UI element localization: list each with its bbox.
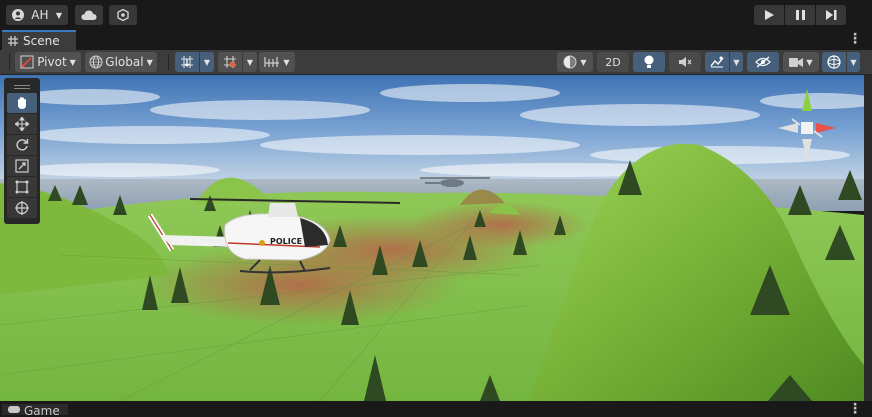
- hand-tool-icon: [18, 97, 26, 109]
- step-button[interactable]: [816, 5, 846, 25]
- camera-icon: [789, 57, 804, 67]
- grid-icon: [224, 56, 236, 68]
- rect-tool-button[interactable]: [7, 177, 37, 197]
- chevron-down-icon: ▼: [850, 57, 857, 67]
- cloud-icon: [81, 10, 97, 20]
- snap-toggle[interactable]: [175, 52, 199, 72]
- rotate-tool-icon: [16, 139, 29, 151]
- shading-mode-dropdown[interactable]: ▼: [557, 52, 593, 72]
- tab-scene-label: Scene: [23, 34, 60, 48]
- game-tab-bar: Game ⋮: [0, 401, 872, 416]
- snap-icon: [181, 56, 193, 68]
- tab-game[interactable]: Game: [2, 404, 68, 415]
- transform-tool-button[interactable]: [7, 198, 37, 218]
- lighting-toggle[interactable]: [633, 52, 665, 72]
- gizmos-toggle[interactable]: [822, 52, 846, 72]
- increment-snap-dropdown[interactable]: ▼: [259, 52, 295, 72]
- global-label: Global: [105, 55, 144, 69]
- main-toolbar: AH ▼: [0, 0, 872, 32]
- chevron-down-icon: ▼: [806, 57, 813, 67]
- scene-viewport[interactable]: POLICE: [0, 75, 864, 401]
- scene-render: POLICE: [0, 75, 864, 401]
- global-icon: [89, 55, 103, 69]
- step-icon: [825, 10, 836, 20]
- collab-button[interactable]: [109, 5, 137, 25]
- gizmos-dropdown[interactable]: ▼: [847, 52, 860, 72]
- tab-game-label: Game: [24, 404, 60, 415]
- chevron-down-icon: ▼: [580, 57, 587, 67]
- scene-tab-bar: Scene ⋮: [0, 30, 872, 50]
- collab-icon: [117, 9, 129, 21]
- chevron-down-icon: ▼: [69, 57, 76, 67]
- overlay-grip[interactable]: [7, 82, 37, 92]
- pause-icon: [795, 10, 805, 20]
- scale-tool-button[interactable]: [7, 156, 37, 176]
- audio-toggle[interactable]: [669, 52, 701, 72]
- pivot-icon: [20, 55, 34, 69]
- pivot-dropdown[interactable]: Pivot ▼: [15, 52, 81, 72]
- account-dropdown[interactable]: AH ▼: [6, 5, 68, 25]
- audio-icon: [679, 57, 692, 67]
- playmode-controls: [754, 5, 846, 25]
- snap-dropdown[interactable]: ▼: [200, 52, 214, 72]
- 2d-toggle[interactable]: 2D: [597, 52, 629, 72]
- hand-tool-button[interactable]: [7, 93, 37, 113]
- chevron-down-icon: ▼: [146, 57, 153, 67]
- move-tool-button[interactable]: [7, 114, 37, 134]
- chevron-down-icon: ▼: [733, 57, 740, 67]
- camera-settings-dropdown[interactable]: ▼: [783, 52, 819, 72]
- scene-options-kebab-icon[interactable]: ⋮: [848, 32, 862, 46]
- account-icon: [12, 9, 24, 21]
- gamepad-icon: [8, 406, 20, 413]
- chevron-down-icon: ▼: [283, 57, 290, 67]
- hash-icon: [8, 36, 18, 46]
- global-dropdown[interactable]: Global ▼: [85, 52, 157, 72]
- pause-button[interactable]: [785, 5, 815, 25]
- helicopter-decal: POLICE: [270, 237, 302, 246]
- chevron-down-icon: ▼: [246, 57, 254, 67]
- divider: [9, 54, 10, 70]
- tools-overlay: [4, 78, 40, 224]
- scale-tool-icon: [15, 159, 29, 173]
- increment-icon: [264, 57, 280, 67]
- chevron-down-icon: ▼: [203, 57, 211, 67]
- orientation-gizmo[interactable]: [772, 81, 842, 161]
- move-tool-icon: [15, 117, 29, 131]
- divider: [168, 54, 169, 70]
- 2d-label: 2D: [605, 55, 621, 69]
- shading-icon: [563, 55, 577, 69]
- transform-tool-icon: [15, 201, 29, 215]
- tab-scene[interactable]: Scene: [2, 30, 76, 50]
- account-label: AH: [31, 8, 49, 22]
- effects-toggle[interactable]: [705, 52, 729, 72]
- play-icon: [764, 10, 774, 20]
- grid-dropdown[interactable]: ▼: [243, 52, 257, 72]
- scene-visibility-toggle[interactable]: [747, 52, 779, 72]
- effects-icon: [710, 56, 724, 68]
- play-button[interactable]: [754, 5, 784, 25]
- effects-dropdown[interactable]: ▼: [730, 52, 743, 72]
- vertical-scrollbar[interactable]: [864, 75, 872, 401]
- light-icon: [644, 55, 654, 68]
- pivot-label: Pivot: [37, 55, 67, 69]
- scene-view-toolbar: Pivot ▼ Global ▼ ▼ ▼ ▼ ▼ 2D ▼ ▼ ▼: [0, 50, 872, 75]
- visibility-icon: [755, 56, 771, 68]
- gizmos-icon: [827, 55, 841, 69]
- rotate-tool-button[interactable]: [7, 135, 37, 155]
- gizmo-x-axis: [816, 123, 836, 133]
- rect-tool-icon: [15, 180, 29, 194]
- gizmo-y-axis: [802, 89, 812, 111]
- chevron-down-icon: ▼: [55, 10, 62, 20]
- grid-toggle[interactable]: [218, 52, 242, 72]
- cloud-button[interactable]: [75, 5, 103, 25]
